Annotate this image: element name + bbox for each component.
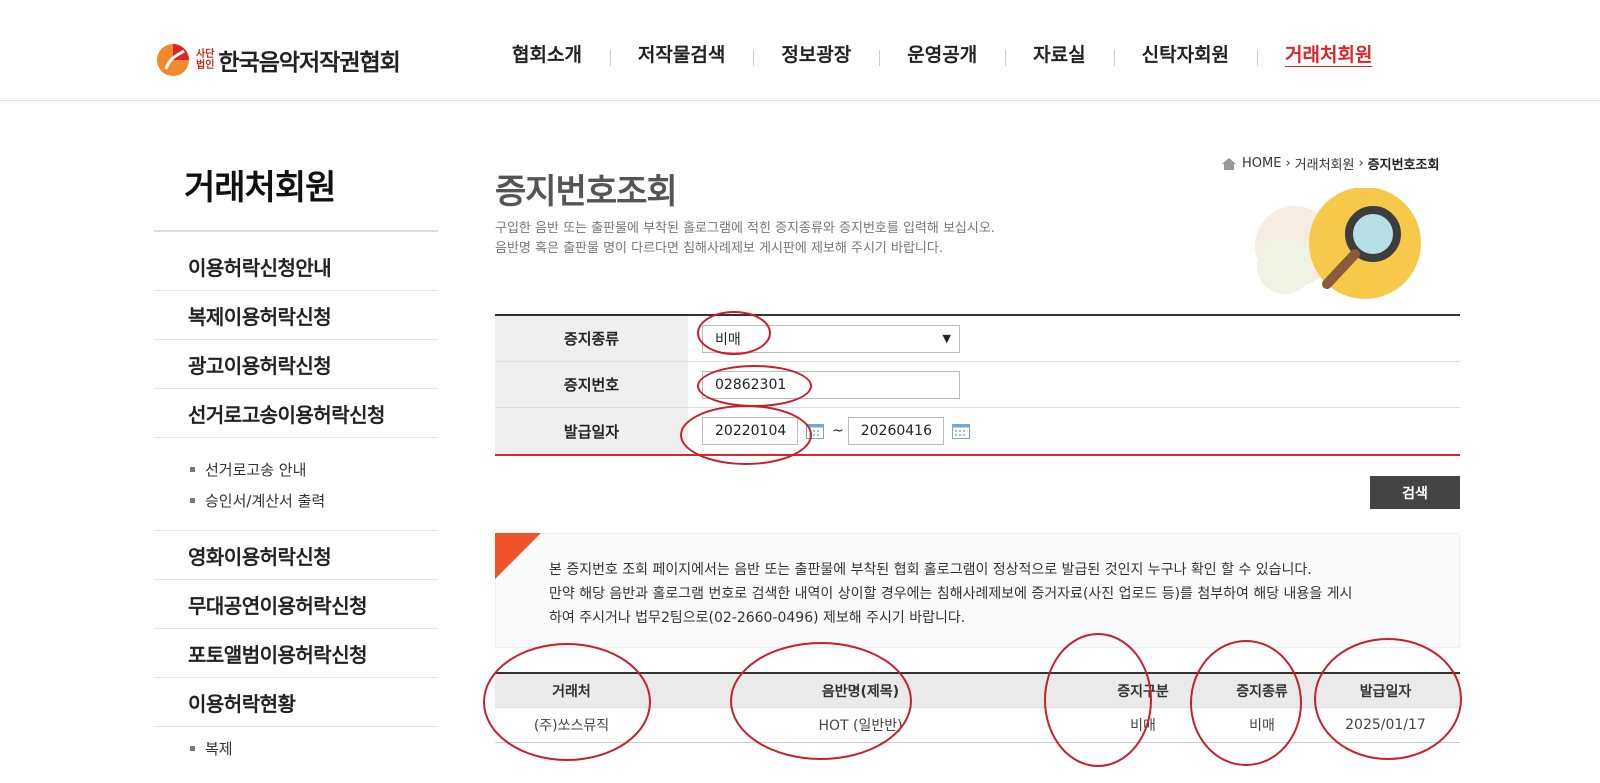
nav-item-about[interactable]: 협회소개 <box>484 40 610 67</box>
form-row-number: 증지번호 02862301 <box>495 362 1460 408</box>
form-row-date: 발급일자 20220104 ~ 20260416 <box>495 408 1460 454</box>
col-header-stamp-category: 증지구분 <box>1117 683 1169 700</box>
home-icon[interactable] <box>1222 157 1236 170</box>
sidebar-item-stage-performance[interactable]: 무대공연이용허락신청 <box>154 580 438 629</box>
calendar-icon[interactable] <box>951 423 970 439</box>
number-input[interactable]: 02862301 <box>702 370 960 399</box>
sidebar-item-license-guide[interactable]: 이용허락신청안내 <box>154 242 438 291</box>
sidebar-submenu: 선거로고송 안내 승인서/계산서 출력 <box>154 438 438 531</box>
nav-item-info[interactable]: 정보광장 <box>753 40 879 67</box>
bullet-icon <box>190 498 195 503</box>
sidebar-title: 거래처회원 <box>184 168 336 208</box>
bullet-icon <box>190 467 195 472</box>
breadcrumb: HOME › 거래처회원 › 증지번호조회 <box>1222 154 1439 173</box>
sidebar-item-film[interactable]: 영화이용허락신청 <box>154 531 438 580</box>
bullet-icon <box>190 746 195 751</box>
page-description: 구입한 음반 또는 출판물에 부착된 홀로그램에 적힌 증지종류와 증지번호를 … <box>495 221 995 256</box>
sidebar-menu: 이용허락신청안내 복제이용허락신청 광고이용허락신청 선거로고송이용허락신청 선… <box>154 242 438 727</box>
site-header: 사단 법인 한국음악저작권협회 협회소개 저작물검색 정보광장 운영공개 자료실… <box>0 0 1600 101</box>
chevron-down-icon: ▼ <box>942 332 951 345</box>
nav-item-archive[interactable]: 자료실 <box>1005 40 1113 67</box>
table-row: (주)쏘스뮤직 HOT (일반반) 비매 비매 2025/01/17 <box>495 708 1460 742</box>
nav-item-work-search[interactable]: 저작물검색 <box>609 40 753 67</box>
calendar-icon[interactable] <box>806 423 824 439</box>
breadcrumb-mid[interactable]: 거래처회원 <box>1295 154 1355 173</box>
chevron-right-icon: › <box>1285 156 1291 171</box>
logo-text: 한국음악저작권협회 <box>218 50 400 76</box>
date-to-input[interactable]: 20260416 <box>847 417 944 445</box>
logo-small-text: 사단 법인 <box>196 49 215 71</box>
sidebar-item-license-status[interactable]: 이용허락현황 <box>154 678 438 727</box>
col-header-issue-date: 발급일자 <box>1359 683 1412 700</box>
notice-text: 본 증지번호 조회 페이지에서는 음반 또는 출판물에 부착된 협회 홀로그램이… <box>549 562 1353 626</box>
breadcrumb-home[interactable]: HOME <box>1242 156 1281 171</box>
magnifier-illustration-icon <box>1255 188 1421 299</box>
cell-stamp-type: 비매 <box>1249 718 1275 734</box>
type-select[interactable]: 비매 ▼ <box>702 324 960 353</box>
cell-stamp-category: 비매 <box>1130 718 1156 734</box>
nav-item-trust-member[interactable]: 신탁자회원 <box>1113 40 1257 67</box>
col-header-client: 거래처 <box>552 683 591 700</box>
search-button[interactable]: 검색 <box>1370 476 1460 509</box>
site-logo[interactable]: 사단 법인 한국음악저작권협회 <box>156 42 401 78</box>
breadcrumb-current: 증지번호조회 <box>1367 158 1440 173</box>
main-nav: 협회소개 저작물검색 정보광장 운영공개 자료실 신탁자회원 거래처회원 <box>484 40 1400 67</box>
page-title: 증지번호조회 <box>495 172 678 212</box>
table-header: 거래처 음반명(제목) 증지구분 증지종류 발급일자 <box>495 674 1460 708</box>
sidebar-divider <box>154 230 438 232</box>
cell-album: HOT (일반반) <box>818 718 903 734</box>
col-header-album: 음반명(제목) <box>821 683 900 700</box>
cell-issue-date: 2025/01/17 <box>1345 717 1426 733</box>
nav-item-disclosure[interactable]: 운영공개 <box>879 40 1005 67</box>
sidebar-item-photo-album[interactable]: 포토앨범이용허락신청 <box>154 629 438 678</box>
sidebar-item-election-song[interactable]: 선거로고송이용허락신청 <box>154 389 438 438</box>
sidebar-item-reproduction[interactable]: 복제이용허락신청 <box>154 291 438 340</box>
chevron-right-icon: › <box>1358 156 1364 171</box>
date-separator: ~ <box>832 423 844 439</box>
number-label: 증지번호 <box>495 362 688 407</box>
nav-item-client-member[interactable]: 거래처회원 <box>1257 40 1400 67</box>
type-label: 증지종류 <box>495 316 688 361</box>
notice-corner-decoration <box>495 533 541 579</box>
sidebar-subitem-print-certificate[interactable]: 승인서/계산서 출력 <box>190 485 438 516</box>
search-form: 증지종류 비매 ▼ 증지번호 02862301 발급일자 20220104 ~ … <box>495 314 1460 456</box>
form-row-type: 증지종류 비매 ▼ <box>495 316 1460 362</box>
date-label: 발급일자 <box>495 408 688 454</box>
sidebar-item-advertising[interactable]: 광고이용허락신청 <box>154 340 438 389</box>
col-header-stamp-type: 증지종류 <box>1236 683 1288 700</box>
sidebar-subitem-reproduction[interactable]: 복제 <box>190 738 233 759</box>
notice-box: 본 증지번호 조회 페이지에서는 음반 또는 출판물에 부착된 협회 홀로그램이… <box>495 533 1460 648</box>
type-select-value: 비매 <box>715 331 741 348</box>
result-table: 거래처 음반명(제목) 증지구분 증지종류 발급일자 (주)쏘스뮤직 HOT (… <box>495 672 1460 743</box>
date-from-input[interactable]: 20220104 <box>702 417 798 445</box>
cell-client: (주)쏘스뮤직 <box>533 718 610 734</box>
logo-mark-icon <box>157 44 189 76</box>
sidebar-subitem-election-guide[interactable]: 선거로고송 안내 <box>190 454 438 485</box>
